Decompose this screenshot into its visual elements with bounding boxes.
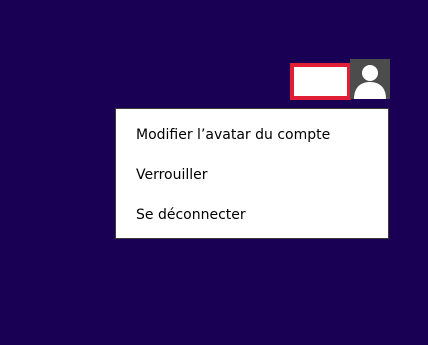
user-silhouette-icon [354,65,386,99]
sign-out-menu-item[interactable]: Se déconnecter [136,207,246,223]
account-avatar-button[interactable] [350,59,390,99]
change-avatar-menu-item[interactable]: Modifier l’avatar du compte [136,127,330,143]
account-name-button[interactable] [290,63,351,100]
lock-menu-item[interactable]: Verrouiller [136,167,208,183]
account-menu: Modifier l’avatar du compte Verrouiller … [115,108,389,239]
